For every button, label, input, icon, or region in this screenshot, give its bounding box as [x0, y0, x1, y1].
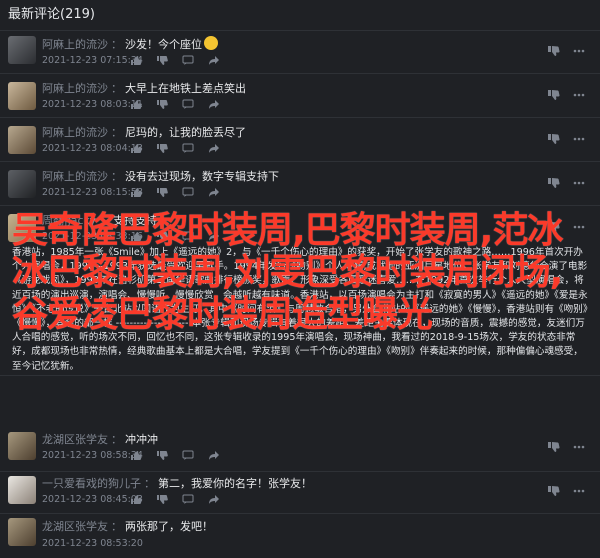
comment-text: 没有去过现场，数字专辑支持下 — [125, 170, 279, 183]
comment-item: 阿麻上的流沙：沙发！今个座位 2021-12-23 07:15:34 — [0, 30, 600, 74]
avatar[interactable] — [8, 36, 36, 64]
overlay-headline: 吴奇隆巴黎时装周,巴黎时装周,范冰冰巴黎时装周,刘雯巴黎时装周闭场,谷爱凌巴黎时… — [12, 210, 563, 335]
comment-date: 2021-12-23 08:45:03 — [42, 494, 143, 505]
thumb-up-icon[interactable] — [130, 450, 144, 462]
avatar[interactable] — [8, 476, 36, 504]
comment-date: 2021-12-23 08:53:20 — [42, 538, 143, 549]
comments-title: 最新评论(219) — [8, 7, 95, 22]
dislike-icon[interactable] — [546, 88, 560, 102]
thumb-up-icon[interactable] — [130, 99, 144, 111]
comment-date: 2021-12-23 08:58:34 — [42, 450, 143, 461]
comment-username[interactable]: 龙湖区张学友 — [42, 433, 108, 446]
comment-date: 2021-12-23 07:15:34 — [42, 55, 143, 66]
more-icon[interactable] — [572, 88, 586, 102]
comment-meta: 阿麻上的流沙：沙发！今个座位 — [42, 36, 218, 52]
avatar[interactable] — [8, 518, 36, 546]
dislike-icon[interactable] — [546, 484, 560, 498]
share-icon[interactable] — [208, 99, 222, 111]
thumb-down-icon[interactable] — [156, 143, 170, 155]
thumb-up-icon[interactable] — [130, 494, 144, 506]
thumb-up-icon[interactable] — [130, 55, 144, 67]
more-icon[interactable] — [572, 484, 586, 498]
comment-text: 冲冲冲 — [125, 433, 158, 446]
comment-date: 2021-12-23 08:15:58 — [42, 187, 143, 198]
comment-meta: 龙湖区张学友：两张那了，发吧！ — [42, 520, 213, 533]
reply-icon[interactable] — [182, 450, 196, 462]
thumb-up-icon[interactable] — [130, 143, 144, 155]
more-icon[interactable] — [572, 440, 586, 454]
comment-username[interactable]: 阿麻上的流沙 — [42, 38, 108, 51]
comment-username[interactable]: 阿麻上的流沙 — [42, 170, 108, 183]
share-icon[interactable] — [208, 187, 222, 199]
thumb-down-icon[interactable] — [156, 494, 170, 506]
more-icon[interactable] — [572, 44, 586, 58]
comment-item: 龙湖区张学友：两张那了，发吧！ 2021-12-23 08:53:20 — [0, 514, 600, 558]
comment-item: 阿麻上的流沙：尼玛的，让我的脸丢尽了 2021-12-23 08:04:13 — [0, 118, 600, 162]
comment-meta: 一只爱看戏的狗儿子：第二，我爱你的名字！张学友！ — [42, 477, 312, 490]
reply-icon[interactable] — [182, 187, 196, 199]
thumb-down-icon[interactable] — [156, 450, 170, 462]
avatar[interactable] — [8, 170, 36, 198]
thumb-down-icon[interactable] — [156, 55, 170, 67]
dislike-icon[interactable] — [546, 176, 560, 190]
avatar[interactable] — [8, 126, 36, 154]
comment-date: 2021-12-23 08:03:11 — [42, 99, 143, 110]
more-icon[interactable] — [572, 176, 586, 190]
comment-meta: 阿麻上的流沙：尼玛的，让我的脸丢尽了 — [42, 126, 246, 139]
thumb-up-icon[interactable] — [130, 187, 144, 199]
comment-username[interactable]: 龙湖区张学友 — [42, 520, 108, 533]
avatar[interactable] — [8, 82, 36, 110]
grin-emoji-icon — [204, 36, 218, 50]
comment-item: 龙湖区张学友：冲冲冲 2021-12-23 08:58:34 — [0, 428, 600, 472]
reply-icon[interactable] — [182, 494, 196, 506]
more-icon[interactable] — [572, 132, 586, 146]
reply-icon[interactable] — [182, 55, 196, 67]
comment-item: 阿麻上的流沙：大早上在地铁上差点笑出 2021-12-23 08:03:11 — [0, 74, 600, 118]
comment-item: 一只爱看戏的狗儿子：第二，我爱你的名字！张学友！ 2021-12-23 08:4… — [0, 472, 600, 514]
comment-date: 2021-12-23 08:04:13 — [42, 143, 143, 154]
avatar[interactable] — [8, 432, 36, 460]
reply-icon[interactable] — [182, 99, 196, 111]
comment-text: 尼玛的，让我的脸丢尽了 — [125, 126, 246, 139]
comment-meta: 龙湖区张学友：冲冲冲 — [42, 433, 158, 446]
comment-text: 大早上在地铁上差点笑出 — [125, 82, 246, 95]
comment-text: 两张那了，发吧！ — [125, 520, 213, 533]
reply-icon[interactable] — [182, 143, 196, 155]
comment-meta: 阿麻上的流沙：大早上在地铁上差点笑出 — [42, 82, 246, 95]
thumb-down-icon[interactable] — [156, 187, 170, 199]
comment-text: 第二，我爱你的名字！张学友！ — [158, 477, 312, 490]
comments-header: 最新评论(219) — [0, 0, 600, 31]
share-icon[interactable] — [208, 450, 222, 462]
comment-meta: 阿麻上的流沙：没有去过现场，数字专辑支持下 — [42, 170, 279, 183]
comment-username[interactable]: 一只爱看戏的狗儿子 — [42, 477, 141, 490]
dislike-icon[interactable] — [546, 440, 560, 454]
share-icon[interactable] — [208, 143, 222, 155]
comment-username[interactable]: 阿麻上的流沙 — [42, 82, 108, 95]
dislike-icon[interactable] — [546, 44, 560, 58]
comment-username[interactable]: 阿麻上的流沙 — [42, 126, 108, 139]
share-icon[interactable] — [208, 494, 222, 506]
thumb-down-icon[interactable] — [156, 99, 170, 111]
share-icon[interactable] — [208, 55, 222, 67]
comment-item: 阿麻上的流沙：没有去过现场，数字专辑支持下 2021-12-23 08:15:5… — [0, 162, 600, 206]
dislike-icon[interactable] — [546, 132, 560, 146]
comment-text: 沙发！今个座位 — [125, 38, 202, 51]
